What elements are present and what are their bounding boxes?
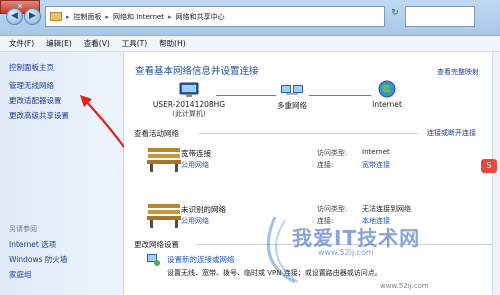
search-input[interactable] [405,6,475,27]
chevron-icon: ▸ [168,12,172,21]
computer-node[interactable]: USER-20141208HG (此计算机) [144,82,234,119]
network-name: 未识别的网络 [181,205,226,214]
menu-edit[interactable]: 编辑(E) [46,38,72,49]
multi-network-node[interactable]: 多重网络 [267,82,317,111]
chevron-icon: ▸ [105,12,110,21]
watermark-url: www.52ij.com [380,282,429,290]
manage-wireless-link[interactable]: 管理无线网络 [9,80,54,91]
bench-icon [147,148,181,172]
internet-node[interactable]: Internet [362,80,412,109]
main-content: 查看基本网络信息并设置连接 查看完整映射 USER-20141208HG (此计… [124,52,500,295]
forward-button[interactable]: ▶ [24,8,41,25]
full-map-link[interactable]: 查看完整映射 [437,67,479,77]
internet-label: Internet [372,100,402,109]
annotation-arrow [80,95,125,148]
new-connection-link[interactable]: 设置新的连接或网络 [167,254,235,265]
menu-bar: 文件(F) 编辑(E) 查看(V) 工具(T) 帮助(H) [0,36,500,52]
change-adapter-settings-link[interactable]: 更改适配器设置 [9,95,62,106]
network-name: 宽带连接 [181,149,211,158]
active-networks-heading: 查看活动网络 [134,129,179,138]
connect-disconnect-link[interactable]: 连接或断开连接 [427,128,476,138]
menu-view[interactable]: 查看(V) [84,38,110,49]
vertical-scrollbar[interactable] [492,52,500,295]
access-type-label: 访问类型: [317,149,348,157]
access-type-value: 无法连接到网络 [362,205,411,213]
back-button[interactable]: ◀ [6,8,23,25]
access-type-label: 访问类型: [317,205,348,213]
connection-link[interactable]: 宽带连接 [362,160,390,170]
control-panel-home-link[interactable]: 控制面板主页 [9,62,54,73]
advanced-sharing-link[interactable]: 更改高级共享设置 [9,110,69,121]
access-type-value: Internet [362,148,390,156]
computer-icon [179,82,199,97]
crumb-sharing-center[interactable]: 网络和共享中心 [176,12,225,22]
connection-label: 连接: [317,161,334,169]
bench-icon [147,204,181,228]
computer-sub: (此计算机) [172,110,206,118]
folder-icon [50,12,62,21]
chevron-icon: ▸ [66,12,70,21]
change-settings-heading: 更改网络设置 [134,240,179,249]
network-type-link[interactable]: 公用网络 [181,216,209,226]
firewall-link[interactable]: Windows 防火墙 [9,254,67,265]
computer-name: USER-20141208HG [152,100,226,109]
watermark-subtext: www.52ij.com [318,248,374,257]
internet-options-link[interactable]: Internet 选项 [9,239,56,250]
crumb-control-panel[interactable]: 控制面板 [74,12,102,22]
network-icon [281,85,303,95]
homegroup-link[interactable]: 家庭组 [9,269,32,280]
globe-icon [378,80,396,98]
left-pane: 控制面板主页 管理无线网络 更改适配器设置 更改高级共享设置 另请参阅 Inte… [0,52,124,295]
network-type-link[interactable]: 公用网络 [181,160,209,170]
s-badge-icon[interactable]: S [481,159,497,173]
new-connection-icon [147,254,160,266]
see-also-heading: 另请参阅 [9,225,37,233]
watermark-text: 我爱IT技术网 [292,226,421,250]
divider [198,133,418,134]
menu-tools[interactable]: 工具(T) [122,38,147,49]
menu-file[interactable]: 文件(F) [9,38,34,49]
refresh-icon[interactable]: ↻ [388,8,402,24]
address-bar: ◀ ▶ ▸ 控制面板 ▸ 网络和 Internet ▸ 网络和共享中心 ↻ ✕ [0,0,500,36]
page-title: 查看基本网络信息并设置连接 [135,66,259,77]
menu-help[interactable]: 帮助(H) [159,38,186,49]
address-field[interactable]: ▸ 控制面板 ▸ 网络和 Internet ▸ 网络和共享中心 [45,6,385,27]
multi-network-label: 多重网络 [277,101,307,110]
crumb-network-internet[interactable]: 网络和 Internet [113,12,164,22]
